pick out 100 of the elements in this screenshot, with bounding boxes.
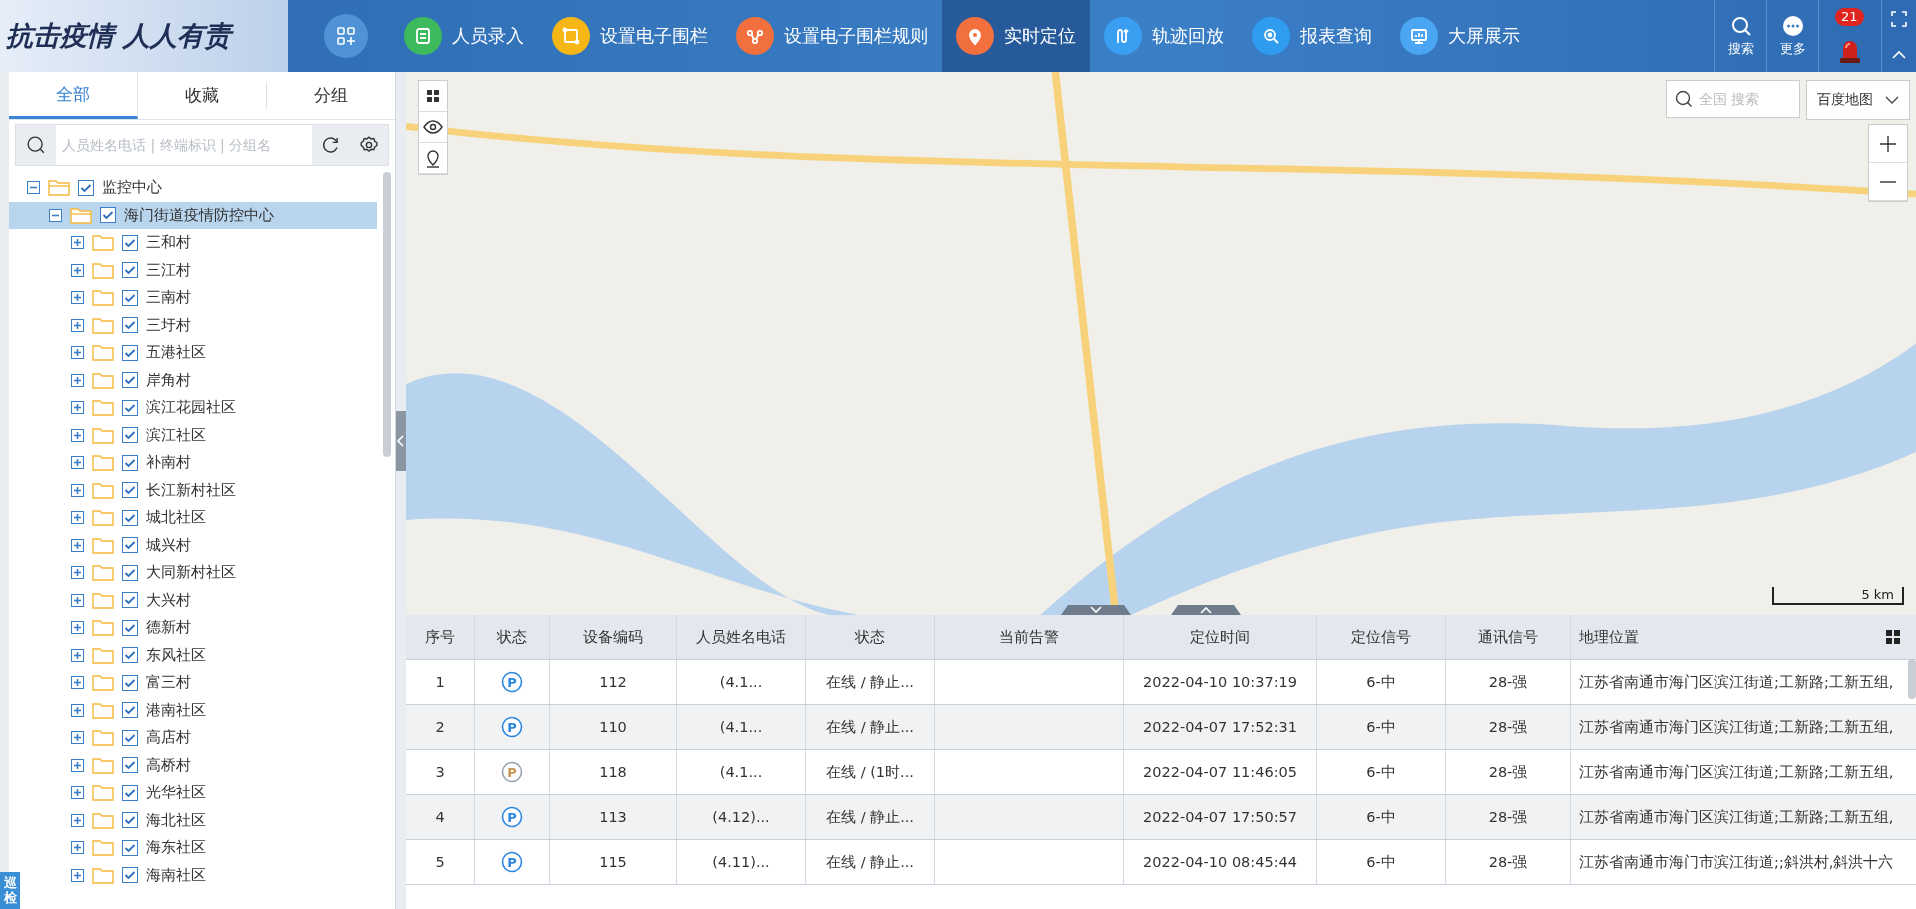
tree-item-label[interactable]: 高桥村 <box>146 755 191 775</box>
map-type-dropdown[interactable]: 百度地图 <box>1806 80 1910 120</box>
nav-tab[interactable]: 设置电子围栏 <box>538 0 722 72</box>
checkbox[interactable] <box>122 867 138 884</box>
grid-icon[interactable] <box>1886 630 1900 644</box>
expand-toggle-icon[interactable] <box>71 868 84 882</box>
checkbox[interactable] <box>78 179 94 196</box>
expand-toggle-icon[interactable] <box>71 456 84 470</box>
sidebar-tab[interactable]: 收藏 <box>138 82 267 109</box>
expand-toggle-icon[interactable] <box>71 291 84 305</box>
tree-item-label[interactable]: 海北社区 <box>146 810 206 830</box>
expand-toggle-icon[interactable] <box>71 483 84 497</box>
nav-tab[interactable]: 轨迹回放 <box>1090 0 1238 72</box>
checkbox[interactable] <box>122 619 138 636</box>
expand-toggle-icon[interactable] <box>71 813 84 827</box>
collapse-up-icon[interactable] <box>1891 49 1907 61</box>
expand-toggle-icon[interactable] <box>71 566 84 580</box>
scrollbar[interactable] <box>383 172 391 457</box>
checkbox[interactable] <box>122 344 138 361</box>
expand-toggle-icon[interactable] <box>71 511 84 525</box>
checkbox[interactable] <box>122 289 138 306</box>
folder-icon <box>92 344 114 362</box>
expand-toggle-icon[interactable] <box>71 621 84 635</box>
tree-item-label[interactable]: 海东社区 <box>146 838 206 858</box>
tree-item-label[interactable]: 海南社区 <box>146 865 206 885</box>
expand-toggle-icon[interactable] <box>27 181 40 195</box>
tree-item-label[interactable]: 五港社区 <box>146 343 206 363</box>
tree-item-label[interactable]: 城北社区 <box>146 508 206 528</box>
checkbox[interactable] <box>122 454 138 471</box>
checkbox[interactable] <box>122 647 138 664</box>
collapse-down-handle[interactable] <box>1061 605 1131 615</box>
checkbox[interactable] <box>122 234 138 251</box>
tree-item-label[interactable]: 城兴村 <box>146 535 191 555</box>
nav-tab[interactable]: 设置电子围栏规则 <box>722 0 942 72</box>
checkbox[interactable] <box>122 592 138 609</box>
expand-toggle-icon[interactable] <box>71 593 84 607</box>
app-grid-button[interactable] <box>324 14 368 58</box>
checkbox[interactable] <box>122 812 138 829</box>
expand-toggle-icon[interactable] <box>71 373 84 387</box>
tree-item-label[interactable]: 三圩村 <box>146 315 191 335</box>
expand-toggle-icon[interactable] <box>71 318 84 332</box>
expand-toggle-icon[interactable] <box>71 703 84 717</box>
checkbox[interactable] <box>122 674 138 691</box>
tree-item-label[interactable]: 补南村 <box>146 453 191 473</box>
expand-toggle-icon[interactable] <box>71 648 84 662</box>
nav-tab[interactable]: 报表查询 <box>1238 0 1386 72</box>
sidebar-tab[interactable]: 全部 <box>9 72 138 119</box>
checkbox[interactable] <box>122 537 138 554</box>
tree-item-label[interactable]: 德新村 <box>146 618 191 638</box>
checkbox[interactable] <box>122 262 138 279</box>
sidebar-tab[interactable]: 分组 <box>267 82 395 109</box>
tree-item-label[interactable]: 滨江花园社区 <box>146 398 236 418</box>
folder-icon <box>92 399 114 417</box>
checkbox[interactable] <box>122 399 138 416</box>
checkbox[interactable] <box>122 372 138 389</box>
expand-toggle-icon[interactable] <box>71 538 84 552</box>
expand-toggle-icon[interactable] <box>71 428 84 442</box>
checkbox[interactable] <box>122 839 138 856</box>
checkbox[interactable] <box>122 482 138 499</box>
nav-tab[interactable]: 大屏展示 <box>1386 0 1534 72</box>
checkbox[interactable] <box>122 427 138 444</box>
expand-toggle-icon[interactable] <box>71 346 84 360</box>
checkbox[interactable] <box>122 784 138 801</box>
nav-tab[interactable]: 人员录入 <box>390 0 538 72</box>
expand-toggle-icon[interactable] <box>71 731 84 745</box>
expand-toggle-icon[interactable] <box>71 841 84 855</box>
expand-up-handle[interactable] <box>1171 605 1241 615</box>
tree-item-label[interactable]: 滨江社区 <box>146 425 206 445</box>
expand-toggle-icon[interactable] <box>71 786 84 800</box>
tree-item-label[interactable]: 大兴村 <box>146 590 191 610</box>
tree-item-label[interactable]: 三南村 <box>146 288 191 308</box>
nav-tab[interactable]: 实时定位 <box>942 0 1090 72</box>
scrollbar[interactable] <box>1908 659 1916 699</box>
tree-item-label[interactable]: 高店村 <box>146 728 191 748</box>
tree-item-label[interactable]: 东风社区 <box>146 645 206 665</box>
checkbox[interactable] <box>122 564 138 581</box>
checkbox[interactable] <box>122 509 138 526</box>
tree-item-label[interactable]: 三江村 <box>146 260 191 280</box>
checkbox[interactable] <box>100 207 116 224</box>
collapse-handle[interactable] <box>396 410 406 471</box>
expand-toggle-icon[interactable] <box>71 236 84 250</box>
tree-item-label[interactable]: 三和村 <box>146 233 191 253</box>
checkbox[interactable] <box>122 729 138 746</box>
expand-toggle-icon[interactable] <box>71 263 84 277</box>
expand-toggle-icon[interactable] <box>49 208 62 222</box>
tree-item-label[interactable]: 大同新村社区 <box>146 563 236 583</box>
tree-item-label[interactable]: 岸角村 <box>146 370 191 390</box>
tree-item-label[interactable]: 监控中心 <box>102 178 162 198</box>
expand-toggle-icon[interactable] <box>71 676 84 690</box>
tree-item-label[interactable]: 港南社区 <box>146 700 206 720</box>
checkbox[interactable] <box>122 702 138 719</box>
tree-item-label[interactable]: 光华社区 <box>146 783 206 803</box>
tree-item-label[interactable]: 长江新村社区 <box>146 480 236 500</box>
expand-toggle-icon[interactable] <box>71 401 84 415</box>
fullscreen-icon[interactable] <box>1891 11 1907 27</box>
expand-toggle-icon[interactable] <box>71 758 84 772</box>
checkbox[interactable] <box>122 317 138 334</box>
checkbox[interactable] <box>122 757 138 774</box>
map-search-field[interactable]: 全国 搜索 <box>1666 80 1800 118</box>
tree-item-label[interactable]: 富三村 <box>146 673 191 693</box>
